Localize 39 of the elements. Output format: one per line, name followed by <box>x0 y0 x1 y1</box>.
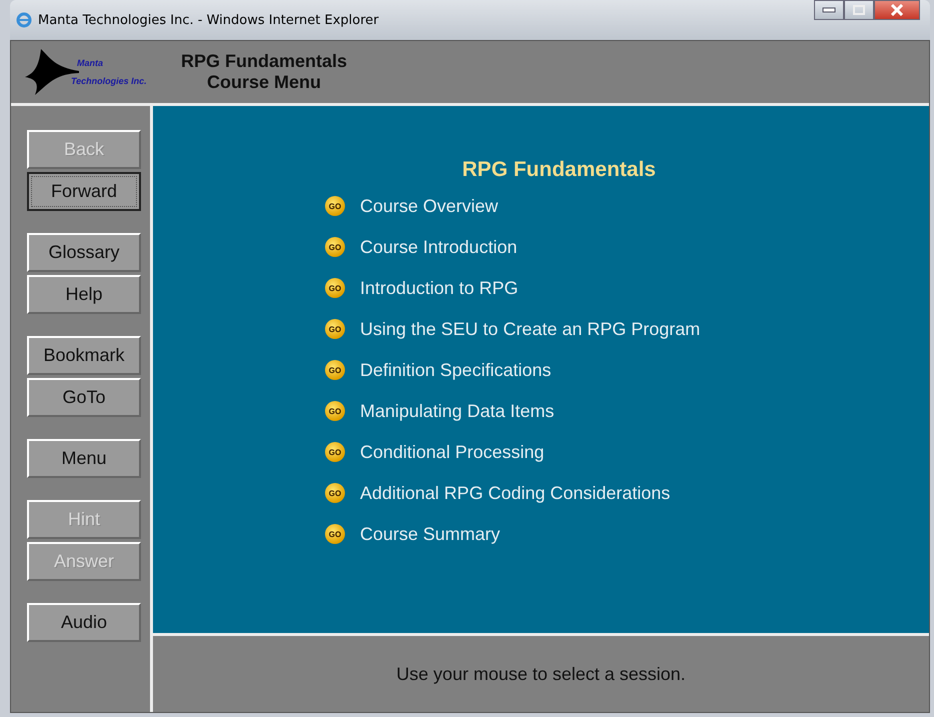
nav-button[interactable]: Bookmark <box>27 336 141 375</box>
session-link[interactable]: Course Overview <box>360 196 498 216</box>
status-text: Use your mouse to select a session. <box>396 664 686 684</box>
go-badge[interactable]: GO <box>325 196 345 216</box>
minimize-button[interactable] <box>814 0 844 20</box>
nav-button[interactable]: Glossary <box>27 233 141 272</box>
nav-button[interactable]: Menu <box>27 439 141 478</box>
maximize-icon <box>853 5 865 15</box>
session-link[interactable]: Course Introduction <box>360 236 518 258</box>
go-badge[interactable]: GO <box>325 524 345 544</box>
close-icon <box>890 4 904 16</box>
session-link[interactable]: Course Summary <box>360 524 500 544</box>
session-link[interactable]: Definition Specifications <box>360 360 552 380</box>
go-badge[interactable]: GO <box>325 319 345 339</box>
logo-text: Manta <box>76 58 104 68</box>
window-title: Manta Technologies Inc. - Windows Internet Explorer <box>38 12 379 28</box>
logo-text: Technologies Inc. <box>71 76 147 86</box>
go-badge[interactable]: GO <box>325 360 345 380</box>
course-subtitle: Course Menu <box>207 72 322 93</box>
go-badge[interactable]: GO <box>325 278 345 298</box>
nav-button[interactable]: Help <box>27 275 141 314</box>
session-link[interactable]: Using the SEU to Create an RPG Program <box>360 318 700 340</box>
browser-icon <box>16 12 32 28</box>
go-badge[interactable]: GO <box>325 442 345 462</box>
menu-heading: RPG Fundamentals <box>461 158 657 182</box>
go-badge[interactable]: GO <box>325 401 345 421</box>
session-link[interactable]: Manipulating Data Items <box>360 400 554 422</box>
session-link[interactable]: Introduction to RPG <box>360 278 518 298</box>
nav-button[interactable]: Audio <box>27 603 141 642</box>
minimize-icon <box>822 7 836 13</box>
session-link[interactable]: Additional RPG Coding Considerations <box>360 482 670 504</box>
close-button[interactable] <box>874 0 920 20</box>
go-badge[interactable]: GO <box>325 237 345 257</box>
session-link[interactable]: Conditional Processing <box>360 442 544 462</box>
maximize-button[interactable] <box>844 0 874 20</box>
course-title: RPG Fundamentals <box>181 51 348 72</box>
nav-button[interactable]: Forward <box>27 172 141 211</box>
nav-button[interactable]: GoTo <box>27 378 141 417</box>
go-badge[interactable]: GO <box>325 483 345 503</box>
